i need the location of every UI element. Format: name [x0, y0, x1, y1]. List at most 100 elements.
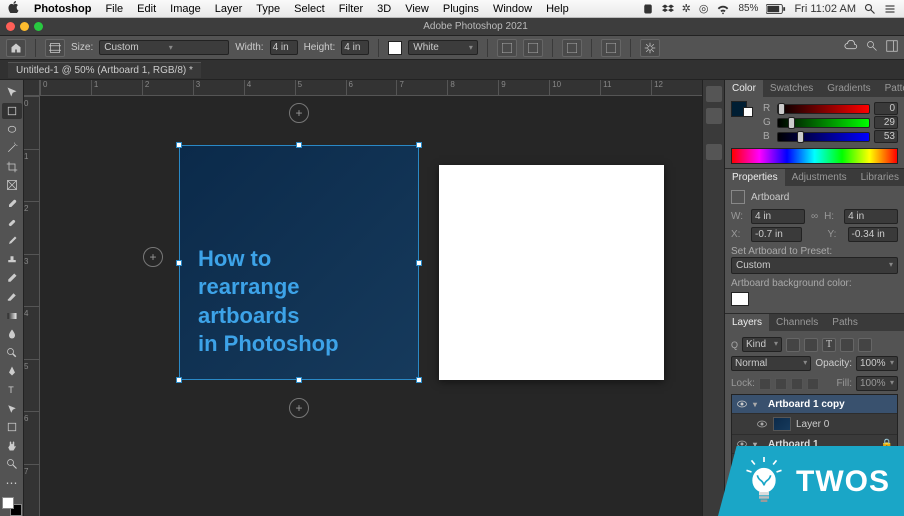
- w-input[interactable]: 4 in: [751, 209, 805, 224]
- tab-channels[interactable]: Channels: [769, 314, 825, 331]
- gradient-tool[interactable]: [2, 307, 22, 324]
- menu-icon[interactable]: [884, 3, 896, 15]
- width-input[interactable]: 4 in: [270, 40, 298, 55]
- x-input[interactable]: -0.7 in: [751, 227, 802, 242]
- opacity-input[interactable]: 100%▾: [856, 356, 898, 371]
- align-to-icon[interactable]: [601, 39, 621, 57]
- spectrum-bar[interactable]: [731, 148, 898, 164]
- canvas-area[interactable]: 0123456789101112 01234567 + + + How to r…: [24, 80, 702, 516]
- align-icon-2[interactable]: [523, 39, 543, 57]
- color-fg-bg-swatch[interactable]: [731, 101, 753, 117]
- pen-tool[interactable]: [2, 363, 22, 380]
- b-value[interactable]: 53: [874, 130, 898, 143]
- r-value[interactable]: 0: [874, 102, 898, 115]
- hand-tool[interactable]: [2, 438, 22, 455]
- tab-patterns[interactable]: Patterns: [878, 80, 904, 97]
- tab-swatches[interactable]: Swatches: [763, 80, 820, 97]
- path-tool[interactable]: [2, 400, 22, 417]
- dock-icon-2[interactable]: [706, 108, 722, 124]
- filter-type-icon[interactable]: T: [822, 338, 836, 352]
- crop-tool[interactable]: [2, 158, 22, 175]
- dodge-tool[interactable]: [2, 345, 22, 362]
- layer-layer0[interactable]: Layer 0: [732, 414, 897, 435]
- bg-swatch[interactable]: [731, 292, 749, 306]
- dock-icon-1[interactable]: [706, 86, 722, 102]
- menu-layer[interactable]: Layer: [215, 3, 243, 15]
- menu-help[interactable]: Help: [546, 3, 569, 15]
- artboard-tool-icon[interactable]: [45, 39, 65, 57]
- menu-window[interactable]: Window: [493, 3, 532, 15]
- color-swatches[interactable]: [2, 497, 22, 515]
- menu-3d[interactable]: 3D: [377, 3, 391, 15]
- artboard-1[interactable]: [439, 165, 664, 380]
- lock-all-icon[interactable]: [807, 378, 819, 390]
- apple-menu-icon[interactable]: [8, 1, 20, 16]
- artboard-add-top[interactable]: +: [289, 103, 309, 123]
- artboard-1-copy[interactable]: How to rearrange artboards in Photoshop: [179, 145, 419, 380]
- window-zoom-button[interactable]: [34, 22, 43, 31]
- frame-tool[interactable]: [2, 177, 22, 194]
- handle-w[interactable]: [176, 260, 182, 266]
- gear-icon[interactable]: [640, 39, 660, 57]
- eyedropper-tool[interactable]: [2, 196, 22, 213]
- sync-icon[interactable]: ✲: [682, 2, 691, 15]
- handle-sw[interactable]: [176, 377, 182, 383]
- menu-image[interactable]: Image: [170, 3, 201, 15]
- brush-tool[interactable]: [2, 233, 22, 250]
- eraser-tool[interactable]: [2, 289, 22, 306]
- visibility-icon[interactable]: [736, 398, 748, 410]
- r-slider[interactable]: [777, 104, 870, 114]
- fill-input[interactable]: 100%▾: [856, 376, 898, 391]
- home-button[interactable]: [6, 39, 26, 57]
- expand-icon[interactable]: ▾: [753, 400, 763, 409]
- cc-icon[interactable]: ◎: [699, 2, 709, 15]
- battery-icon[interactable]: [766, 4, 786, 14]
- h-input[interactable]: 4 in: [844, 209, 898, 224]
- window-close-button[interactable]: [6, 22, 15, 31]
- menu-file[interactable]: File: [105, 3, 123, 15]
- g-value[interactable]: 29: [874, 116, 898, 129]
- edit-toolbar[interactable]: ⋯: [2, 475, 22, 492]
- cloud-icon[interactable]: [844, 40, 858, 55]
- tab-paths[interactable]: Paths: [825, 314, 865, 331]
- artboard-bg-swatch[interactable]: [388, 41, 402, 55]
- lock-pixels-icon[interactable]: [759, 378, 771, 390]
- stamp-tool[interactable]: [2, 251, 22, 268]
- app-menu[interactable]: Photoshop: [34, 3, 91, 15]
- history-brush-tool[interactable]: [2, 270, 22, 287]
- wifi-icon[interactable]: [716, 3, 730, 15]
- link-wh-icon[interactable]: ∞: [811, 211, 818, 222]
- vertical-ruler[interactable]: 01234567: [24, 96, 40, 516]
- wand-tool[interactable]: [2, 140, 22, 157]
- menu-plugins[interactable]: Plugins: [443, 3, 479, 15]
- search-icon[interactable]: [866, 40, 878, 55]
- filter-shape-icon[interactable]: [840, 338, 854, 352]
- workspace-icon[interactable]: [886, 40, 898, 55]
- menu-select[interactable]: Select: [294, 3, 325, 15]
- b-slider[interactable]: [777, 132, 870, 142]
- artboard-bg-select[interactable]: White▾: [408, 40, 478, 55]
- tab-properties[interactable]: Properties: [725, 169, 785, 186]
- clock[interactable]: Fri 11:02 AM: [794, 3, 856, 15]
- evernote-icon[interactable]: [642, 3, 654, 15]
- window-minimize-button[interactable]: [20, 22, 29, 31]
- spotlight-icon[interactable]: [864, 3, 876, 15]
- menu-view[interactable]: View: [405, 3, 429, 15]
- y-input[interactable]: -0.34 in: [848, 227, 899, 242]
- menu-type[interactable]: Type: [256, 3, 280, 15]
- handle-s[interactable]: [296, 377, 302, 383]
- lock-position-icon[interactable]: [775, 378, 787, 390]
- document-tab[interactable]: Untitled-1 @ 50% (Artboard 1, RGB/8) *: [8, 62, 201, 78]
- tab-color[interactable]: Color: [725, 80, 763, 97]
- shape-tool[interactable]: [2, 419, 22, 436]
- filter-smart-icon[interactable]: [858, 338, 872, 352]
- distribute-icon-1[interactable]: [562, 39, 582, 57]
- align-icon-1[interactable]: [497, 39, 517, 57]
- lock-artboard-icon[interactable]: [791, 378, 803, 390]
- dock-icon-3[interactable]: [706, 144, 722, 160]
- artboard-add-left[interactable]: +: [143, 247, 163, 267]
- layer-artboard-1-copy[interactable]: ▾ Artboard 1 copy: [732, 395, 897, 414]
- type-tool[interactable]: T: [2, 382, 22, 399]
- tab-gradients[interactable]: Gradients: [820, 80, 877, 97]
- height-input[interactable]: 4 in: [341, 40, 369, 55]
